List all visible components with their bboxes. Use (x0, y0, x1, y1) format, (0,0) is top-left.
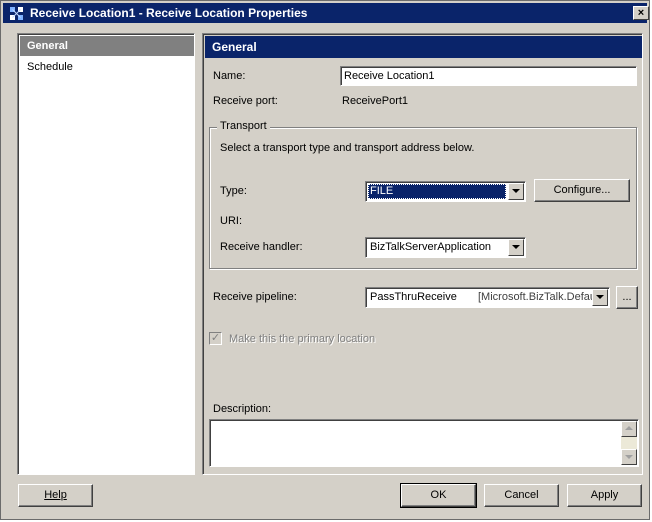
pipeline-properties-button[interactable]: ... (616, 286, 638, 309)
help-button[interactable]: Help (18, 484, 93, 507)
biztalk-app-icon (9, 6, 24, 21)
name-label: Name: (213, 70, 246, 82)
chevron-down-icon (512, 245, 520, 249)
checkmark-icon: ✓ (210, 332, 221, 344)
receive-handler-select[interactable]: BizTalkServerApplication (365, 237, 526, 258)
chevron-down-icon (596, 295, 604, 299)
configure-button[interactable]: Configure... (534, 179, 630, 202)
description-scrollbar[interactable] (621, 421, 637, 465)
close-button[interactable]: × (633, 6, 649, 20)
cancel-button[interactable]: Cancel (484, 484, 559, 507)
primary-location-checkbox[interactable]: ✓ (209, 332, 222, 345)
receive-handler-value: BizTalkServerApplication (370, 241, 492, 253)
close-icon: × (637, 7, 645, 19)
chevron-down-icon (512, 189, 520, 193)
receive-pipeline-name: PassThruReceive (370, 291, 457, 303)
nav-item-label: Schedule (27, 61, 73, 73)
scroll-down-button[interactable] (621, 449, 637, 465)
receive-port-value: ReceivePort1 (342, 95, 409, 107)
apply-button[interactable]: Apply (567, 484, 642, 507)
receive-pipeline-label: Receive pipeline: (213, 291, 297, 303)
transport-type-select[interactable]: FILE (365, 181, 526, 202)
ok-button[interactable]: OK (400, 483, 477, 508)
receive-port-label: Receive port: (213, 95, 278, 107)
primary-location-label: Make this the primary location (229, 333, 376, 345)
nav-item-label: General (27, 40, 68, 52)
receive-handler-label: Receive handler: (220, 241, 303, 253)
receive-pipeline-dropdown-button[interactable] (592, 289, 608, 306)
scroll-up-icon (625, 426, 633, 430)
name-input[interactable]: Receive Location1 (340, 66, 637, 86)
scroll-up-button[interactable] (621, 421, 637, 437)
receive-pipeline-select[interactable]: PassThruReceive [Microsoft.BizTalk.Defau (365, 287, 610, 308)
uri-label: URI: (220, 215, 242, 227)
title-bar[interactable]: Receive Location1 - Receive Location Pro… (3, 3, 649, 23)
help-button-label: Help (44, 489, 67, 501)
nav-item-schedule[interactable]: Schedule (20, 57, 194, 77)
transport-group-legend: Transport (217, 120, 270, 132)
type-label: Type: (220, 185, 247, 197)
transport-type-dropdown-button[interactable] (508, 183, 524, 200)
description-label: Description: (213, 403, 272, 415)
description-textarea[interactable] (209, 419, 639, 467)
panel-header: General (205, 36, 642, 58)
nav-item-general[interactable]: General (20, 36, 194, 56)
receive-handler-dropdown-button[interactable] (508, 239, 524, 256)
receive-pipeline-assembly: [Microsoft.BizTalk.Defau (478, 291, 593, 303)
transport-type-value: FILE (368, 184, 506, 199)
transport-instructions: Select a transport type and transport ad… (220, 142, 475, 154)
dialog-window: Receive Location1 - Receive Location Pro… (0, 0, 650, 520)
window-title: Receive Location1 - Receive Location Pro… (30, 6, 308, 20)
navigation-list: General Schedule (17, 33, 195, 475)
scroll-down-icon (625, 455, 633, 459)
